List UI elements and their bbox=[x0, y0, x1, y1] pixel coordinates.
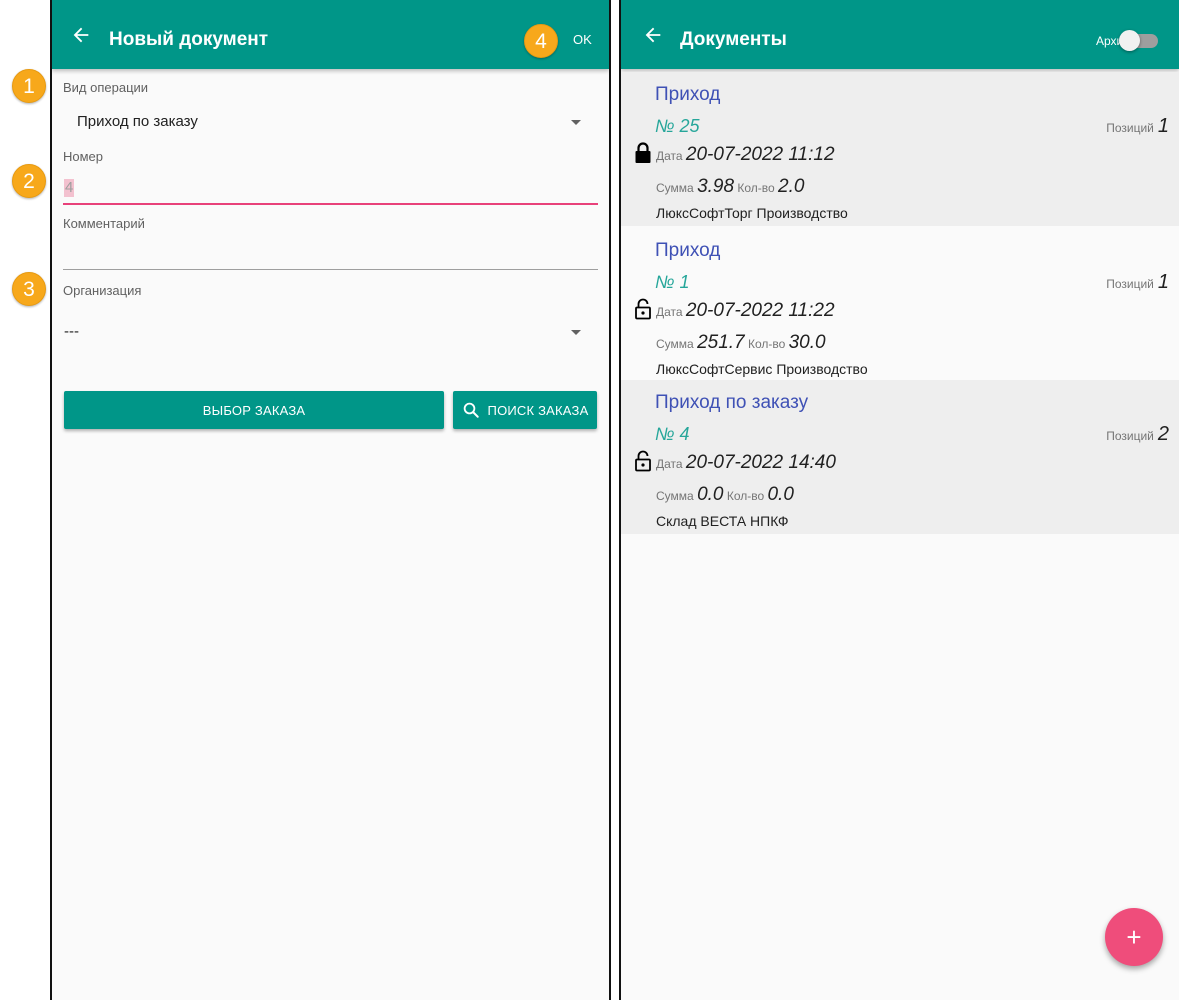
page-title: Новый документ bbox=[109, 29, 269, 50]
document-number: № 4 bbox=[655, 424, 690, 444]
page-title: Документы bbox=[680, 29, 787, 50]
lock-open-icon bbox=[635, 450, 651, 472]
select-order-button[interactable]: ВЫБОР ЗАКАЗА bbox=[64, 391, 444, 429]
documents-screen: Документы Архив Приход № 25 Позиций 1 Дат… bbox=[619, 0, 1179, 1000]
dropdown-arrow-icon bbox=[571, 120, 581, 125]
app-bar: Документы Архив bbox=[621, 0, 1179, 69]
document-totals: Сумма 0.0 Кол-во 0.0 bbox=[656, 484, 794, 505]
operation-label: Вид операции bbox=[63, 80, 149, 95]
document-date: Дата 20-07-2022 11:12 bbox=[656, 144, 835, 165]
ok-button[interactable]: OK bbox=[573, 32, 592, 48]
document-totals: Сумма 3.98 Кол-во 2.0 bbox=[656, 176, 805, 197]
lock-closed-icon bbox=[635, 142, 651, 163]
number-input[interactable]: 4 bbox=[63, 165, 598, 205]
operation-spinner[interactable]: Приход по заказу bbox=[63, 104, 598, 140]
document-item[interactable]: Приход по заказу № 4 Позиций 2 Дата 20-07… bbox=[621, 380, 1179, 534]
search-order-button[interactable]: ПОИСК ЗАКАЗА bbox=[453, 391, 597, 429]
operation-value: Приход по заказу bbox=[77, 113, 198, 130]
document-organization: ЛюксСофтСервис Производство bbox=[656, 361, 868, 377]
new-document-screen: Новый документ OK Вид операции Приход по… bbox=[50, 0, 611, 1000]
document-number: № 25 bbox=[655, 116, 700, 136]
number-value: 4 bbox=[64, 179, 75, 197]
number-label: Номер bbox=[63, 149, 104, 164]
positions-count: Позиций 2 bbox=[1106, 423, 1169, 445]
positions-count: Позиций 1 bbox=[1106, 271, 1169, 293]
add-document-button[interactable]: + bbox=[1105, 908, 1163, 966]
document-type: Приход bbox=[655, 240, 721, 261]
document-number: № 1 bbox=[655, 272, 690, 292]
document-type: Приход bbox=[655, 84, 721, 105]
organization-label: Организация bbox=[63, 283, 142, 298]
document-date: Дата 20-07-2022 14:40 bbox=[656, 452, 836, 473]
annotation-badge-3: 3 bbox=[12, 272, 46, 306]
annotation-badge-1: 1 bbox=[12, 69, 46, 103]
document-type: Приход по заказу bbox=[655, 392, 809, 413]
organization-spinner[interactable]: --- bbox=[63, 314, 598, 350]
organization-value: --- bbox=[64, 323, 79, 340]
search-order-label: ПОИСК ЗАКАЗА bbox=[487, 402, 589, 418]
document-item[interactable]: Приход № 25 Позиций 1 Дата 20-07-2022 11:… bbox=[621, 72, 1179, 226]
annotation-badge-2: 2 bbox=[12, 164, 46, 198]
lock-open-icon bbox=[635, 298, 651, 320]
comment-input[interactable] bbox=[63, 230, 598, 270]
search-icon bbox=[463, 402, 479, 418]
back-arrow-icon[interactable] bbox=[641, 24, 665, 46]
document-totals: Сумма 251.7 Кол-во 30.0 bbox=[656, 332, 826, 353]
document-organization: ЛюксСофтТорг Производство bbox=[656, 205, 848, 221]
positions-count: Позиций 1 bbox=[1106, 115, 1169, 137]
document-organization: Склад ВЕСТА НПКФ bbox=[656, 513, 789, 529]
document-date: Дата 20-07-2022 11:22 bbox=[656, 300, 835, 321]
annotation-badge-4: 4 bbox=[524, 24, 558, 58]
back-arrow-icon[interactable] bbox=[69, 24, 93, 46]
dropdown-arrow-icon bbox=[571, 330, 581, 335]
archive-switch-thumb[interactable] bbox=[1119, 30, 1140, 51]
select-order-label: ВЫБОР ЗАКАЗА bbox=[202, 402, 306, 418]
document-item[interactable]: Приход № 1 Позиций 1 Дата 20-07-2022 11:2… bbox=[621, 228, 1179, 382]
